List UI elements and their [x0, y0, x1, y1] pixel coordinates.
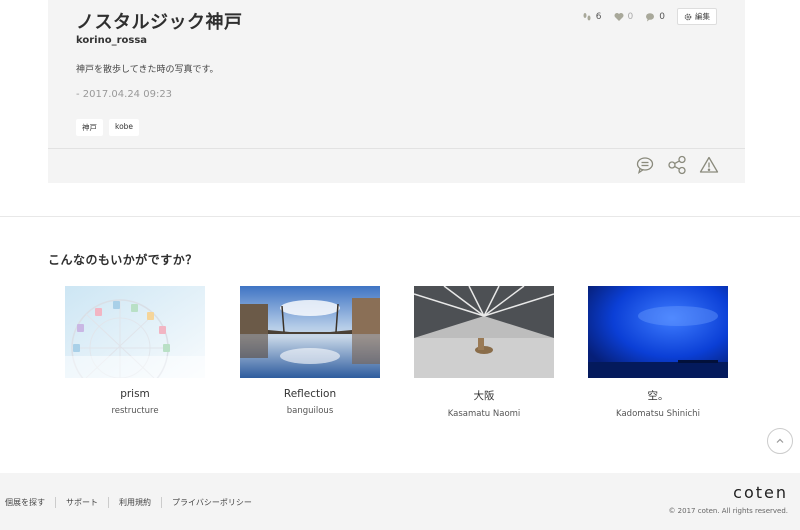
footprint-stat: 6 [582, 12, 602, 22]
recommend-item[interactable]: prism restructure [65, 286, 205, 416]
post-description: 神戸を散歩してきた時の写真です。 [76, 65, 219, 75]
footer-link-support[interactable]: サポート [55, 497, 108, 508]
post-date: - 2017.04.24 09:23 [76, 89, 173, 100]
card-divider [48, 148, 745, 149]
gear-icon [684, 13, 692, 20]
recommend-thumbnail[interactable] [240, 286, 380, 378]
post-username[interactable]: korino_rossa [76, 35, 147, 46]
recommend-title[interactable]: 大阪 [414, 388, 554, 403]
tag-item[interactable]: 神戸 [76, 119, 103, 136]
recommend-title[interactable]: 空。 [588, 388, 728, 403]
warning-icon[interactable] [699, 155, 719, 175]
recommend-author[interactable]: banguilous [240, 406, 380, 416]
share-icon[interactable] [667, 155, 687, 175]
recommend-item[interactable]: 空。 Kadomatsu Shinichi [588, 286, 728, 419]
edit-label: 編集 [695, 12, 710, 21]
recommend-author[interactable]: Kasamatu Naomi [414, 409, 554, 419]
tag-list: 神戸 kobe [76, 119, 140, 136]
post-card: ノスタルジック神戸 korino_rossa 神戸を散歩してきた時の写真です。 … [48, 0, 745, 183]
post-stats: 6 0 0 編集 [582, 8, 717, 25]
edit-button[interactable]: 編集 [677, 8, 717, 25]
copyright: © 2017 coten. All rights reserved. [668, 507, 788, 515]
comment-icon[interactable] [635, 155, 655, 175]
like-count: 0 [627, 11, 634, 22]
comment-bubble-icon [646, 12, 655, 21]
chevron-up-icon [776, 438, 784, 443]
recommend-author[interactable]: restructure [65, 406, 205, 416]
footer-link-terms[interactable]: 利用規約 [108, 497, 161, 508]
like-stat[interactable]: 0 [614, 11, 634, 22]
comment-count: 0 [659, 11, 665, 22]
recommend-title[interactable]: Reflection [240, 388, 380, 400]
recommend-item[interactable]: 大阪 Kasamatu Naomi [414, 286, 554, 419]
footer-nav: 個展を探す サポート 利用規約 プライバシーポリシー [5, 497, 262, 508]
recommend-thumbnail[interactable] [65, 286, 205, 378]
recommend-title[interactable]: prism [65, 388, 205, 400]
brand-logo[interactable]: coten [733, 483, 788, 502]
recommend-author[interactable]: Kadomatsu Shinichi [588, 409, 728, 419]
tag-item[interactable]: kobe [109, 119, 140, 136]
recommend-thumbnail[interactable] [588, 286, 728, 378]
heart-icon [614, 12, 624, 21]
recommend-item[interactable]: Reflection banguilous [240, 286, 380, 416]
scroll-top-button[interactable] [767, 428, 793, 454]
recommend-thumbnail[interactable] [414, 286, 554, 378]
footer: 個展を探す サポート 利用規約 プライバシーポリシー coten © 2017 … [0, 473, 800, 530]
footer-link-find-exhibitions[interactable]: 個展を探す [5, 497, 55, 508]
recommend-heading: こんなのもいかがですか？ [48, 253, 198, 267]
post-title: ノスタルジック神戸 [76, 12, 243, 33]
footer-link-privacy[interactable]: プライバシーポリシー [161, 497, 262, 508]
section-divider [0, 216, 800, 217]
comment-stat: 0 [645, 12, 665, 22]
footprint-icon [583, 12, 591, 20]
footprint-count: 6 [595, 11, 602, 22]
post-actions [635, 155, 719, 175]
